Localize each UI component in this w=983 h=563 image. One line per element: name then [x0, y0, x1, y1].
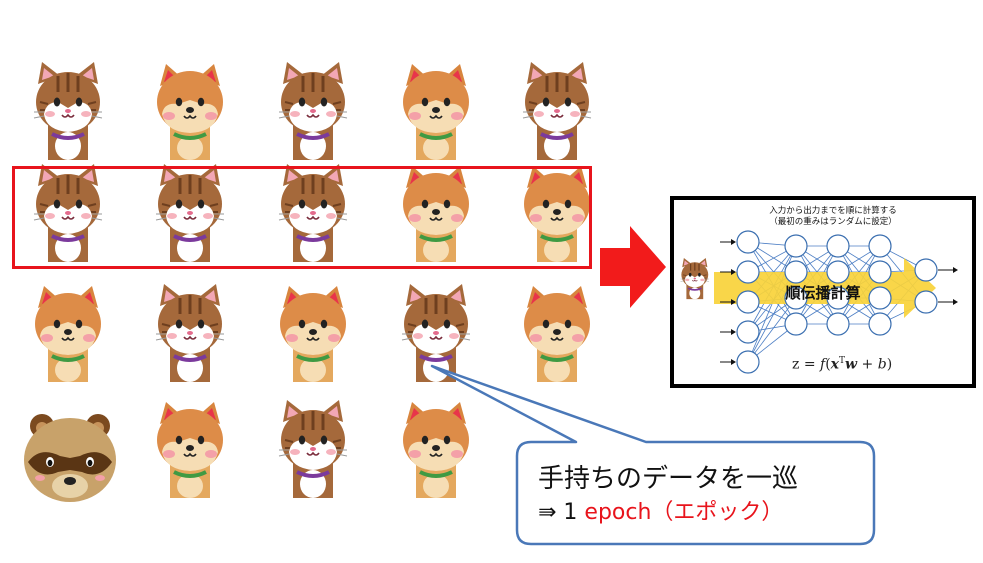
callout-line2: ⇛ 1 epoch（エポック） — [538, 496, 858, 530]
callout-text: 手持ちのデータを一巡 ⇛ 1 epoch（エポック） — [538, 462, 858, 530]
slide: 入力から出力までを順に計算する （最初の重みはランダムに設定） 順伝播計算 z … — [0, 0, 983, 563]
callout-line1: 手持ちのデータを一巡 — [538, 464, 799, 494]
epoch-prefix: ⇛ 1 — [538, 500, 585, 525]
epoch-label: epoch（エポック） — [584, 500, 784, 525]
